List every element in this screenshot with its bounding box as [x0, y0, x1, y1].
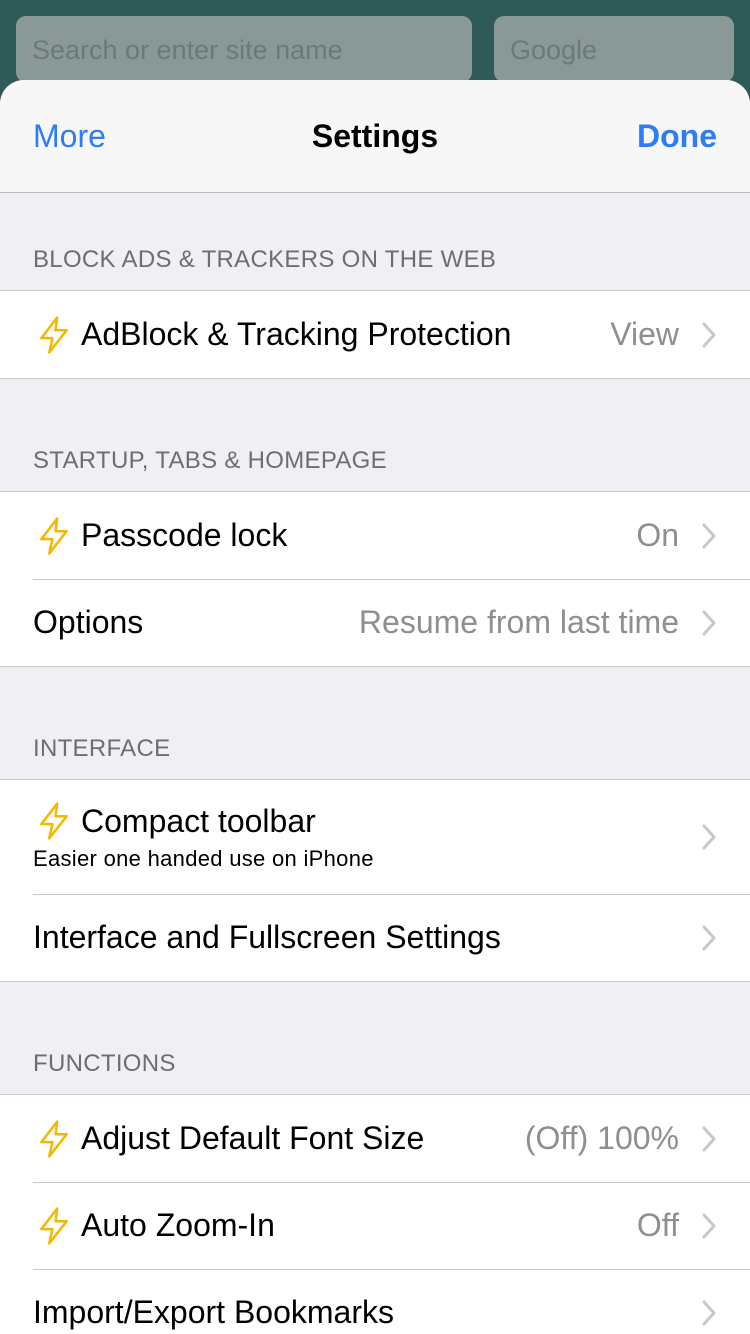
lightning-bolt-icon	[35, 1206, 73, 1245]
row-label: Adjust Default Font Size	[81, 1120, 425, 1156]
chevron-right-icon	[701, 823, 717, 851]
row-label: Compact toolbar	[81, 802, 316, 839]
chevron-right-icon	[701, 1125, 717, 1153]
lightning-bolt-icon	[35, 516, 73, 555]
chevron-right-icon	[701, 1299, 717, 1327]
done-button[interactable]: Done	[637, 118, 717, 155]
lightning-bolt-icon	[35, 802, 73, 840]
chevron-right-icon	[701, 321, 717, 349]
row-label: Auto Zoom-In	[81, 1207, 275, 1243]
search-engine-label: Google	[510, 35, 598, 65]
group-interface: Compact toolbar Easier one handed use on…	[0, 779, 750, 982]
section-header-startup: STARTUP, TABS & HOMEPAGE	[33, 447, 387, 474]
chevron-right-icon	[701, 924, 717, 952]
group-startup: Passcode lock On Options Resume from las…	[0, 491, 750, 667]
row-value: (Off) 100%	[524, 1120, 679, 1156]
adblock-tracking-row[interactable]: AdBlock & Tracking Protection View	[0, 291, 750, 378]
row-label: Options	[33, 604, 144, 640]
row-sublabel: Easier one handed use on iPhone	[33, 846, 374, 871]
address-bar-placeholder: Search or enter site name	[32, 35, 343, 65]
chevron-right-icon	[701, 522, 717, 550]
passcode-lock-row[interactable]: Passcode lock On	[0, 492, 750, 579]
row-value: On	[636, 517, 679, 553]
auto-zoom-in-row[interactable]: Auto Zoom-In Off	[0, 1182, 750, 1269]
group-functions: Adjust Default Font Size (Off) 100% Auto…	[0, 1094, 750, 1334]
chevron-right-icon	[701, 1212, 717, 1240]
interface-fullscreen-row[interactable]: Interface and Fullscreen Settings	[0, 894, 750, 981]
section-header-block-ads: BLOCK ADS & TRACKERS ON THE WEB	[33, 246, 497, 273]
lightning-bolt-icon	[35, 1119, 73, 1158]
options-row[interactable]: Options Resume from last time	[0, 579, 750, 666]
adjust-font-size-row[interactable]: Adjust Default Font Size (Off) 100%	[0, 1095, 750, 1182]
section-header-functions: FUNCTIONS	[33, 1050, 176, 1077]
chevron-right-icon	[701, 609, 717, 637]
row-value: Resume from last time	[358, 604, 679, 640]
row-label: AdBlock & Tracking Protection	[81, 316, 512, 352]
settings-sheet: More Settings Done BLOCK ADS & TRACKERS …	[0, 80, 750, 1334]
row-value: View	[610, 316, 679, 352]
group-block-ads: AdBlock & Tracking Protection View	[0, 290, 750, 379]
section-header-interface: INTERFACE	[33, 735, 171, 762]
row-label: Import/Export Bookmarks	[33, 1294, 394, 1330]
row-value: Off	[636, 1207, 679, 1243]
lightning-bolt-icon	[35, 315, 73, 354]
compact-toolbar-row[interactable]: Compact toolbar Easier one handed use on…	[0, 780, 750, 894]
row-label: Passcode lock	[81, 517, 288, 553]
address-bar[interactable]: Search or enter site name	[16, 16, 472, 82]
row-label: Interface and Fullscreen Settings	[33, 919, 501, 955]
import-export-bookmarks-row[interactable]: Import/Export Bookmarks	[0, 1269, 750, 1334]
navigation-bar: More Settings Done	[0, 80, 750, 193]
search-engine-field[interactable]: Google	[494, 16, 734, 82]
